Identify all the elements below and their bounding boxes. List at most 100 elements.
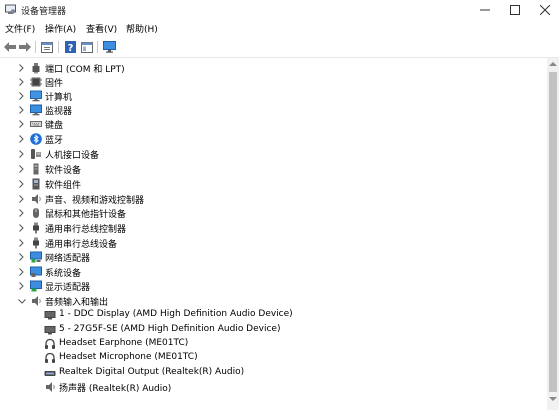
tree-node-software-components[interactable]: 软件组件 bbox=[0, 177, 547, 191]
window-title: 设备管理器 bbox=[21, 7, 67, 17]
chevron-right-icon[interactable] bbox=[17, 223, 26, 233]
computer-icon bbox=[30, 90, 42, 102]
show-hide-console-tree-icon bbox=[81, 41, 93, 53]
minimize-icon bbox=[480, 9, 490, 11]
minimize-button[interactable] bbox=[470, 0, 500, 20]
usb-icon bbox=[33, 222, 39, 234]
menu-bar: 文件(F) 操作(A) 查看(V) 帮助(H) bbox=[0, 20, 559, 37]
menu-file[interactable]: 文件(F) bbox=[5, 22, 35, 35]
help-button[interactable]: ? bbox=[63, 40, 77, 54]
close-button[interactable] bbox=[530, 0, 559, 20]
chevron-right-icon[interactable] bbox=[17, 179, 26, 189]
toolbar: ? bbox=[0, 37, 559, 58]
scroll-up-arrow-icon[interactable] bbox=[549, 61, 557, 67]
tree-node-label: 监视器 bbox=[45, 107, 73, 117]
scroll-thumb[interactable] bbox=[549, 72, 557, 392]
tree-node-label: 端口 (COM 和 LPT) bbox=[45, 65, 125, 75]
tree-node-system-devices[interactable]: 系统设备 bbox=[0, 265, 547, 279]
tree-node-label: 系统设备 bbox=[45, 269, 82, 279]
tree-node-usb-devices[interactable]: 通用串行总线设备 bbox=[0, 236, 547, 250]
tree-child-label: 5 - 27G5F-SE (AMD High Definition Audio … bbox=[59, 324, 281, 334]
mouse-icon bbox=[33, 208, 39, 218]
scroll-down-arrow-icon[interactable] bbox=[549, 396, 557, 402]
chevron-right-icon[interactable] bbox=[17, 119, 26, 129]
tree-node-bluetooth[interactable]: 蓝牙 bbox=[0, 132, 547, 146]
toolbar-separator bbox=[97, 41, 98, 53]
properties-button[interactable] bbox=[40, 40, 54, 54]
back-button[interactable] bbox=[3, 40, 17, 54]
title-bar[interactable]: 设备管理器 bbox=[0, 0, 559, 20]
chevron-down-icon[interactable] bbox=[17, 296, 26, 306]
tree-child-ddc-display[interactable]: 1 - DDC Display (AMD High Definition Aud… bbox=[0, 308, 547, 322]
tree-child-realtek-speaker[interactable]: 扬声器 (Realtek(R) Audio) bbox=[0, 380, 547, 394]
maximize-icon bbox=[510, 5, 520, 15]
tree-node-sound-video-game[interactable]: 声音、视频和游戏控制器 bbox=[0, 192, 547, 206]
chevron-right-icon[interactable] bbox=[17, 267, 26, 277]
software-component-icon bbox=[32, 178, 40, 190]
tree-node-label: 网络适配器 bbox=[45, 254, 91, 264]
toolbar-separator bbox=[58, 41, 59, 53]
port-icon bbox=[32, 63, 40, 74]
tree-node-software-devices[interactable]: 软件设备 bbox=[0, 162, 547, 176]
device-tree[interactable]: 端口 (COM 和 LPT) 固件 计算机 监视器 键盘 蓝牙 人机接口设备 软… bbox=[0, 58, 547, 410]
chevron-right-icon[interactable] bbox=[17, 281, 26, 291]
tree-node-label: 音频输入和输出 bbox=[45, 298, 109, 308]
chevron-right-icon[interactable] bbox=[17, 105, 26, 115]
menu-view[interactable]: 查看(V) bbox=[86, 22, 117, 35]
help-icon: ? bbox=[64, 41, 76, 53]
tree-child-realtek-digital-output[interactable]: Realtek Digital Output (Realtek(R) Audio… bbox=[0, 366, 547, 380]
tree-node-firmware[interactable]: 固件 bbox=[0, 75, 547, 89]
scan-hardware-button[interactable] bbox=[102, 40, 116, 54]
back-arrow-icon bbox=[4, 42, 16, 52]
headset-icon bbox=[45, 352, 55, 363]
tree-child-27g5f-se[interactable]: 5 - 27G5F-SE (AMD High Definition Audio … bbox=[0, 323, 547, 337]
show-hide-button[interactable] bbox=[80, 40, 94, 54]
tree-node-display-adapters[interactable]: 显示适配器 bbox=[0, 279, 547, 293]
tree-child-label: Headset Earphone (ME01TC) bbox=[59, 338, 189, 348]
device-manager-icon bbox=[5, 4, 16, 14]
tree-node-ports[interactable]: 端口 (COM 和 LPT) bbox=[0, 61, 547, 75]
chevron-right-icon[interactable] bbox=[17, 63, 26, 73]
headset-icon bbox=[45, 338, 55, 349]
close-icon bbox=[540, 5, 550, 15]
tree-node-label: 软件设备 bbox=[45, 166, 82, 176]
tree-node-hid[interactable]: 人机接口设备 bbox=[0, 147, 547, 161]
chevron-right-icon[interactable] bbox=[17, 208, 26, 218]
chevron-right-icon[interactable] bbox=[17, 238, 26, 248]
firmware-icon bbox=[30, 77, 42, 87]
chevron-right-icon[interactable] bbox=[17, 134, 26, 144]
display-device-icon bbox=[44, 326, 56, 335]
forward-arrow-icon bbox=[19, 42, 31, 52]
chevron-right-icon[interactable] bbox=[17, 164, 26, 174]
chevron-right-icon[interactable] bbox=[17, 91, 26, 101]
tree-child-headset-earphone[interactable]: Headset Earphone (ME01TC) bbox=[0, 337, 547, 351]
software-device-icon bbox=[33, 163, 39, 175]
menu-help[interactable]: 帮助(H) bbox=[126, 22, 158, 35]
tree-node-label: 鼠标和其他指针设备 bbox=[45, 210, 127, 220]
chevron-right-icon[interactable] bbox=[17, 149, 26, 159]
chevron-right-icon[interactable] bbox=[17, 77, 26, 87]
tree-child-label: Realtek Digital Output (Realtek(R) Audio… bbox=[59, 367, 245, 377]
chevron-right-icon[interactable] bbox=[17, 194, 26, 204]
digital-output-icon bbox=[44, 371, 56, 376]
chevron-right-icon[interactable] bbox=[17, 252, 26, 262]
tree-node-label: 固件 bbox=[45, 79, 64, 89]
tree-node-mice[interactable]: 鼠标和其他指针设备 bbox=[0, 206, 547, 220]
tree-node-label: 软件组件 bbox=[45, 181, 82, 191]
svg-text:?: ? bbox=[67, 43, 73, 53]
vertical-scrollbar[interactable] bbox=[547, 58, 559, 410]
tree-node-audio-io[interactable]: 音频输入和输出 bbox=[0, 294, 547, 308]
tree-child-label: 扬声器 (Realtek(R) Audio) bbox=[59, 384, 172, 394]
tree-node-label: 通用串行总线设备 bbox=[45, 240, 118, 250]
tree-child-headset-microphone[interactable]: Headset Microphone (ME01TC) bbox=[0, 351, 547, 365]
tree-node-network-adapters[interactable]: 网络适配器 bbox=[0, 250, 547, 264]
tree-node-keyboards[interactable]: 键盘 bbox=[0, 117, 547, 131]
menu-action[interactable]: 操作(A) bbox=[45, 22, 76, 35]
tree-node-usb-controllers[interactable]: 通用串行总线控制器 bbox=[0, 221, 547, 235]
tree-node-label: 声音、视频和游戏控制器 bbox=[45, 196, 145, 206]
tree-node-monitors[interactable]: 监视器 bbox=[0, 103, 547, 117]
forward-button[interactable] bbox=[18, 40, 32, 54]
tree-node-computer[interactable]: 计算机 bbox=[0, 89, 547, 103]
tree-node-label: 人机接口设备 bbox=[45, 151, 100, 161]
maximize-button[interactable] bbox=[500, 0, 530, 20]
